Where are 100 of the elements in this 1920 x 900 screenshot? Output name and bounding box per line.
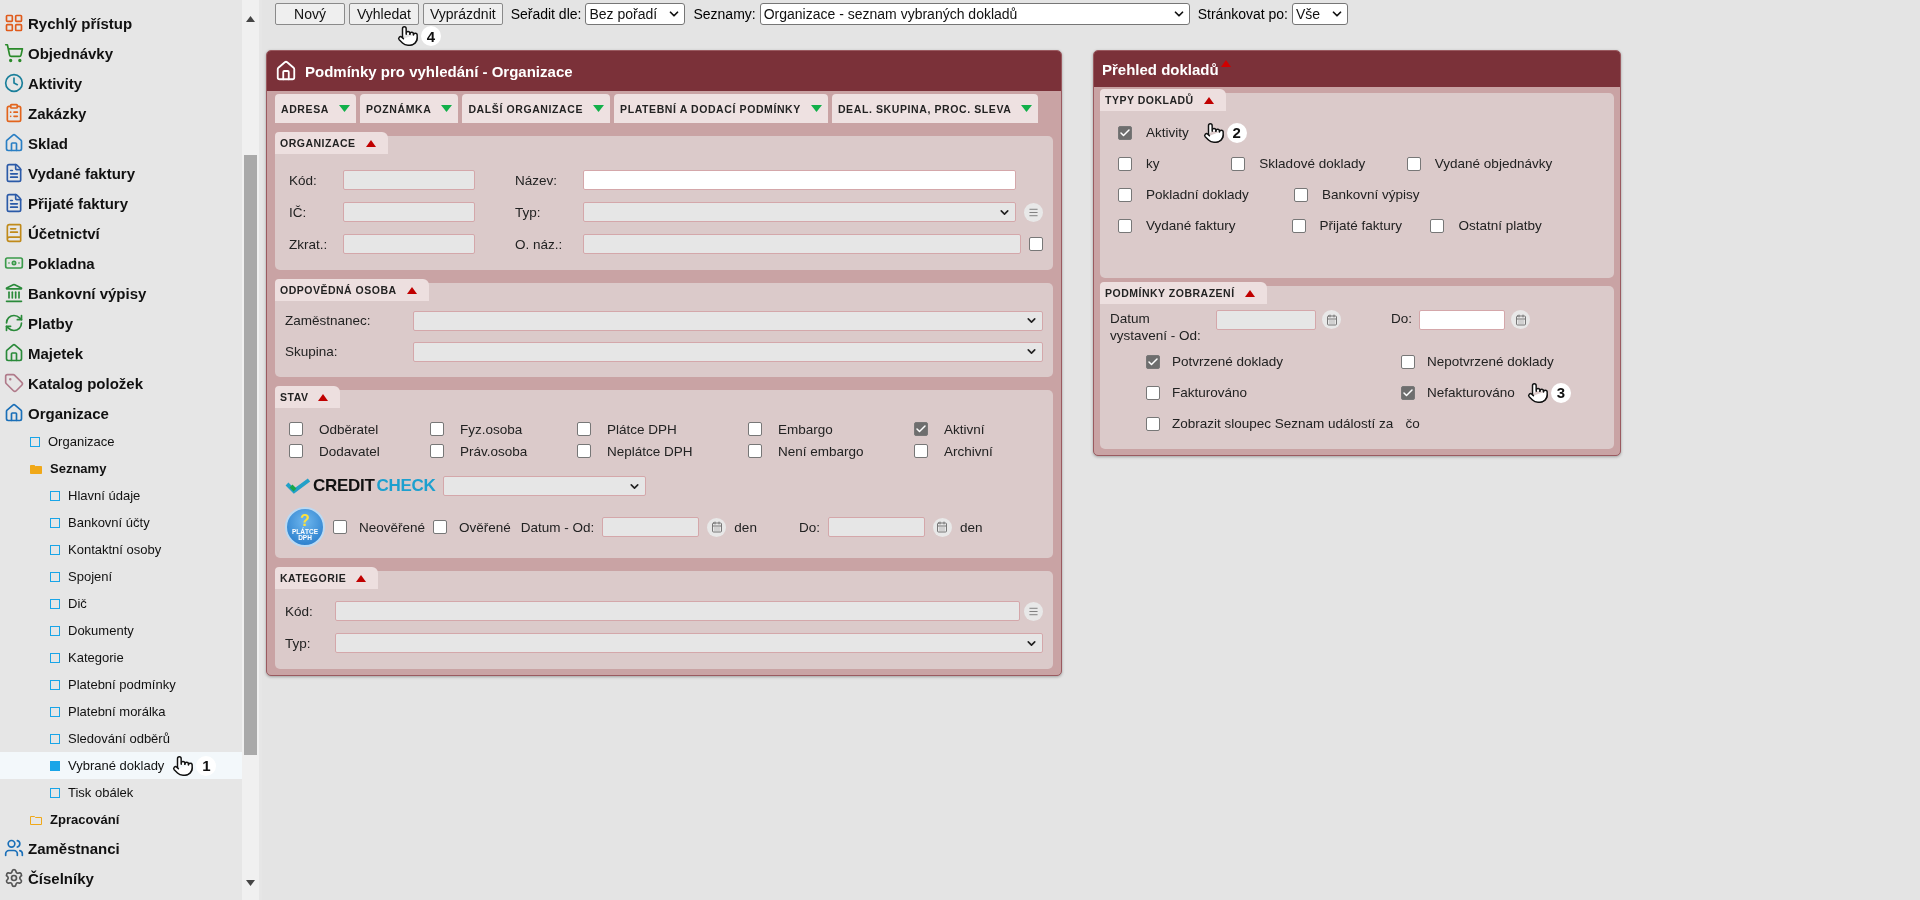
checkbox[interactable] [577,444,591,458]
checkbox[interactable] [1118,156,1132,171]
sidebar-item[interactable]: Číselníky [0,863,242,893]
date-field[interactable] [602,517,700,537]
house-icon [4,133,24,153]
checkbox[interactable] [1430,218,1445,233]
checkbox[interactable] [914,444,928,458]
sidebar-item[interactable]: Sklad [0,128,242,158]
checkbox[interactable] [1231,156,1246,171]
collapse-arrow-icon[interactable] [406,286,417,294]
scrollbar[interactable] [242,0,259,900]
hand-cursor-icon [1526,381,1549,404]
checkbox[interactable] [430,444,444,458]
checkbox[interactable] [748,422,762,436]
collapse-arrow-icon[interactable] [365,139,376,147]
calendar-icon[interactable] [932,517,952,537]
tab[interactable]: POZNÁMKA [359,94,459,123]
tree-item[interactable]: Hlavní údaje [0,482,242,509]
clipboard-icon [4,103,24,123]
checkbox[interactable] [577,422,591,436]
date-field[interactable] [1419,310,1505,330]
tree-item[interactable]: Zpracování [0,806,242,833]
collapse-arrow-icon[interactable] [318,393,329,401]
date-field[interactable] [1216,310,1316,330]
collapse-arrow-icon[interactable] [1203,96,1214,104]
tree-item[interactable]: Tisk obálek [0,779,242,806]
text-field[interactable] [343,170,475,190]
checkbox[interactable] [748,444,762,458]
checkbox[interactable] [914,422,928,436]
checkbox[interactable] [289,444,303,458]
tree-item[interactable]: Kategorie [0,644,242,671]
checkbox[interactable] [430,422,444,436]
clock-icon [4,73,24,93]
text-field[interactable] [583,170,1016,190]
tree-item[interactable]: Dokumenty [0,617,242,644]
text-field[interactable] [583,234,1021,254]
tree-item[interactable]: Platební morálka [0,698,242,725]
toolbar-button[interactable]: Vyprázdnit [423,3,503,25]
tree-item[interactable]: Sledování odběrů [0,725,242,752]
sidebar-item[interactable]: Bankovní výpisy [0,278,242,308]
checkbox[interactable] [1146,416,1160,431]
sidebar-item[interactable]: Vydané faktury [0,158,242,188]
text-field[interactable] [335,601,1020,621]
tree-item[interactable]: Seznamy [0,455,242,482]
sidebar-item[interactable]: Zaměstnanci [0,833,242,863]
sidebar-item[interactable]: Přijaté faktury [0,188,242,218]
checkbox[interactable] [1118,218,1132,233]
sidebar-item[interactable]: Aktivity [0,68,242,98]
step-number: 3 [1550,382,1571,403]
calendar-icon[interactable] [1511,310,1530,329]
tree-item[interactable]: Platební podmínky [0,671,242,698]
collapse-arrow-icon[interactable] [356,574,367,582]
checkbox[interactable] [333,520,347,534]
sidebar-item[interactable]: Katalog položek [0,368,242,398]
sidebar-item[interactable]: Platby [0,308,242,338]
tree-item[interactable]: Kontaktní osoby [0,536,242,563]
checkbox[interactable] [1146,354,1160,369]
tab[interactable]: PLATEBNÍ A DODACÍ PODMÍNKY [614,94,828,123]
dropdown[interactable]: Bez pořadí [585,3,686,25]
dropdown[interactable]: Organizace - seznam vybraných dokladů [759,3,1190,25]
sidebar-item[interactable]: Pokladna [0,248,242,278]
sidebar-item[interactable]: Objednávky [0,38,242,68]
checkbox[interactable] [1118,187,1132,202]
dropdown[interactable]: Vše [1292,3,1348,25]
tree-item[interactable]: Spojení [0,563,242,590]
sidebar-item[interactable]: Majetek [0,338,242,368]
checkbox[interactable] [289,422,303,436]
sidebar-item[interactable]: Zakázky [0,98,242,128]
tree-item[interactable]: Vybrané doklady 1 [0,752,242,779]
calendar-icon[interactable] [707,517,727,537]
list-button[interactable] [1024,202,1043,222]
tab[interactable]: DEAL. SKUPINA, PROC. SLEVA [831,94,1039,123]
list-button[interactable] [1024,601,1043,621]
tree-item[interactable]: Organizace [0,428,242,455]
text-field[interactable] [343,202,475,222]
checkbox[interactable] [1294,187,1308,202]
checkbox[interactable] [1401,354,1415,369]
sidebar-item[interactable]: Účetnictví [0,218,242,248]
checkbox[interactable] [1406,156,1421,171]
collapse-arrow-icon[interactable] [1244,289,1255,297]
checkbox[interactable] [1291,218,1306,233]
checkbox[interactable] [433,520,448,534]
sidebar-item[interactable]: Organizace [0,398,242,428]
date-field[interactable] [827,517,925,537]
toolbar-button[interactable]: Vyhledat [349,3,419,25]
checkbox[interactable] [1029,237,1043,251]
toolbar-button[interactable]: Nový [275,3,345,25]
tree-item[interactable]: Bankovní účty [0,509,242,536]
sidebar-item[interactable]: Rychlý přístup [0,8,242,38]
checkbox[interactable] [1401,385,1415,400]
tab[interactable]: ADRESA [275,94,356,123]
tree-item[interactable]: Dič [0,590,242,617]
tab[interactable]: DALŠÍ ORGANIZACE [462,94,611,123]
section-title: STAV [280,391,309,403]
text-field[interactable] [343,234,475,254]
page-icon [50,733,60,744]
grid-icon [4,13,24,33]
checkbox[interactable] [1118,125,1132,140]
checkbox[interactable] [1146,385,1160,400]
calendar-icon[interactable] [1322,310,1341,329]
